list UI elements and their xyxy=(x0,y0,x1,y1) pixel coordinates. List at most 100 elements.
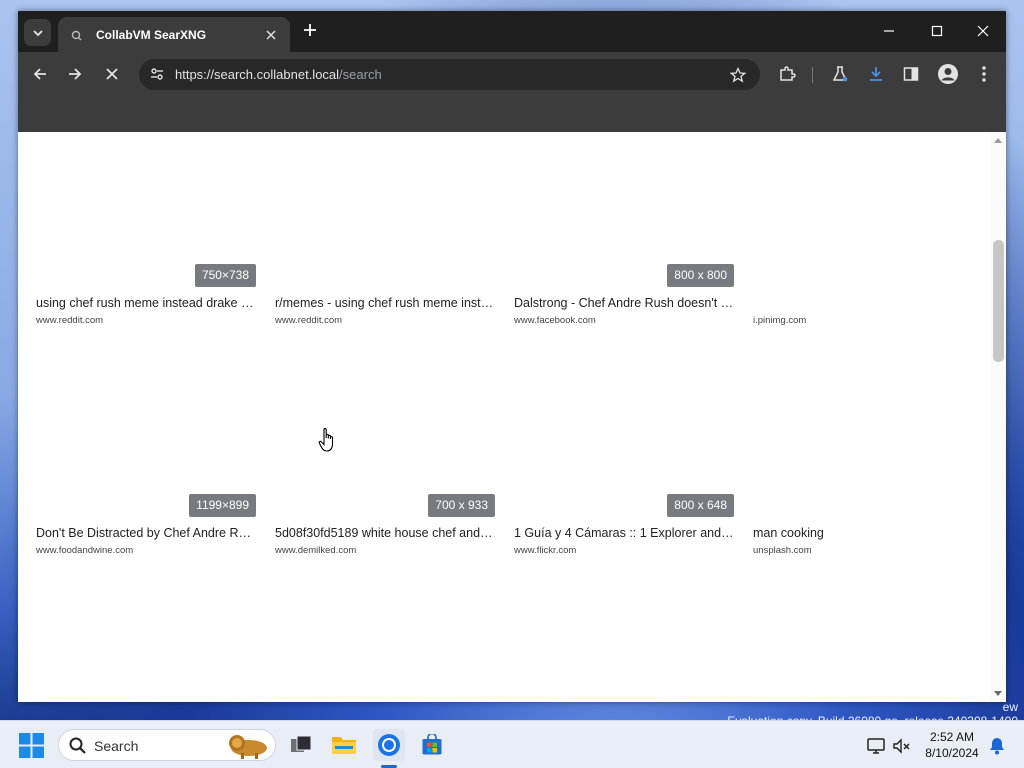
result-title[interactable]: Dalstrong - Chef Andre Rush doesn't need… xyxy=(514,296,734,312)
clock-time: 2:52 AM xyxy=(929,730,975,744)
search-label: Search xyxy=(94,738,139,754)
result-thumbnail[interactable] xyxy=(753,132,973,287)
result-title[interactable]: 1 Guía y 4 Cámaras :: 1 Explorer and 4 C… xyxy=(514,526,734,542)
chevron-down-icon xyxy=(32,29,43,36)
side-panel-button[interactable] xyxy=(899,62,923,86)
image-size-badge: 700 x 933 xyxy=(428,494,495,517)
result-title[interactable]: 5d08f30fd5189 white house chef andre rus… xyxy=(275,526,495,542)
image-result[interactable]: 1199×899 Don't Be Distracted by Chef And… xyxy=(36,337,256,556)
close-window-button[interactable] xyxy=(960,11,1006,51)
task-view-button[interactable] xyxy=(285,729,317,761)
plus-icon xyxy=(304,24,316,36)
browser-toolbar: https://search.collabnet.local/search xyxy=(18,52,1006,132)
task-view-icon xyxy=(291,735,312,752)
tune-icon xyxy=(151,68,163,80)
taskbar-search[interactable]: Search xyxy=(58,729,276,761)
result-domain: www.demilked.com xyxy=(275,545,357,556)
watermark-line-1: ew xyxy=(1002,700,1018,714)
image-result[interactable]: i.pinimg.com xyxy=(753,132,973,326)
tab-search-button[interactable] xyxy=(24,19,51,46)
result-thumbnail[interactable]: 1199×899 xyxy=(36,337,256,517)
image-result[interactable]: 800 x 800 Dalstrong - Chef Andre Rush do… xyxy=(514,132,734,326)
result-thumbnail[interactable]: 800 x 800 xyxy=(514,132,734,287)
browser-window: CollabVM SearXNG https://search.collabne… xyxy=(18,11,1006,702)
result-domain: unsplash.com xyxy=(753,545,812,556)
forward-button[interactable] xyxy=(63,62,87,86)
notification-bell-icon[interactable] xyxy=(987,736,1007,756)
page-scrollbar[interactable] xyxy=(990,132,1006,702)
network-icon[interactable] xyxy=(866,736,886,756)
scroll-thumb[interactable] xyxy=(993,240,1004,362)
minimize-icon xyxy=(884,30,894,32)
tab-favicon xyxy=(68,27,84,43)
toolbar-separator xyxy=(812,67,813,83)
image-size-badge: 1199×899 xyxy=(189,494,256,517)
stop-loading-button[interactable] xyxy=(100,62,124,86)
bookmark-button[interactable] xyxy=(728,65,748,85)
puzzle-icon xyxy=(780,66,796,81)
tab-title: CollabVM SearXNG xyxy=(96,27,207,42)
searxng-favicon-icon xyxy=(71,30,82,40)
result-thumbnail[interactable] xyxy=(753,337,973,517)
volume-muted-icon[interactable] xyxy=(891,736,911,756)
labs-button[interactable] xyxy=(828,62,852,86)
star-icon xyxy=(730,67,746,83)
url-host: https://search.collabnet.local xyxy=(175,67,340,82)
result-domain: i.pinimg.com xyxy=(753,315,807,326)
file-explorer-button[interactable] xyxy=(328,729,360,761)
hand-cursor-icon xyxy=(318,427,334,452)
result-title[interactable]: using chef rush meme instead drake meme xyxy=(36,296,256,312)
image-result[interactable]: 700 x 933 5d08f30fd5189 white house chef… xyxy=(275,337,495,556)
profile-icon xyxy=(938,64,958,84)
kebab-icon xyxy=(982,66,986,82)
result-thumbnail[interactable]: 750×738 xyxy=(36,132,256,287)
result-domain: www.reddit.com xyxy=(36,315,104,326)
downloads-button[interactable] xyxy=(864,62,888,86)
result-title[interactable] xyxy=(753,296,973,312)
microsoft-store-button[interactable] xyxy=(416,729,448,761)
image-result[interactable]: 750×738 using chef rush meme instead dra… xyxy=(36,132,256,326)
result-title[interactable]: man cooking xyxy=(753,526,973,542)
sidepanel-icon xyxy=(903,67,919,81)
address-bar[interactable]: https://search.collabnet.local/search xyxy=(139,59,760,90)
result-title[interactable]: r/memes - using chef rush meme instead d… xyxy=(275,296,495,312)
minimize-button[interactable] xyxy=(866,11,912,51)
image-result[interactable]: 800 x 648 1 Guía y 4 Cámaras :: 1 Explor… xyxy=(514,337,734,556)
new-tab-button[interactable] xyxy=(299,21,321,43)
store-icon xyxy=(422,734,442,755)
tab-strip: CollabVM SearXNG xyxy=(18,11,1006,52)
arrow-right-icon xyxy=(69,68,82,80)
result-thumbnail[interactable]: 700 x 933 xyxy=(275,337,495,517)
back-button[interactable] xyxy=(28,62,52,86)
url-text[interactable]: https://search.collabnet.local/search xyxy=(175,67,382,82)
image-size-badge: 750×738 xyxy=(194,264,256,287)
close-icon xyxy=(266,29,276,40)
extensions-button[interactable] xyxy=(775,62,799,86)
browser-menu-button[interactable] xyxy=(972,62,996,86)
scroll-down-arrow[interactable] xyxy=(994,691,1002,696)
chrome-icon xyxy=(378,734,400,756)
scroll-up-arrow[interactable] xyxy=(994,138,1002,143)
result-thumbnail[interactable]: 800 x 648 xyxy=(514,337,734,517)
image-result[interactable]: r/memes - using chef rush meme instead d… xyxy=(275,132,495,326)
profile-button[interactable] xyxy=(936,62,960,86)
result-domain: www.reddit.com xyxy=(275,315,343,326)
result-domain: www.foodandwine.com xyxy=(36,545,134,556)
tab-close-button[interactable] xyxy=(262,27,280,43)
maximize-button[interactable] xyxy=(914,11,960,51)
site-info-button[interactable] xyxy=(147,64,167,84)
image-size-badge: 800 x 800 xyxy=(667,264,734,287)
search-highlight-icon xyxy=(229,735,267,759)
result-domain: www.flickr.com xyxy=(514,545,577,556)
chrome-taskbar-button[interactable] xyxy=(373,729,405,761)
url-path: /search xyxy=(339,67,382,82)
result-title[interactable]: Don't Be Distracted by Chef Andre Rush's… xyxy=(36,526,256,542)
image-result[interactable]: man cooking unsplash.com xyxy=(753,337,973,556)
flask-icon xyxy=(832,66,848,82)
maximize-icon xyxy=(931,25,943,37)
result-thumbnail[interactable] xyxy=(275,132,495,287)
windows-start-icon[interactable] xyxy=(19,733,44,758)
tab-collabvm-searxng[interactable]: CollabVM SearXNG xyxy=(58,17,290,52)
system-clock[interactable]: 2:52 AM 8/10/2024 xyxy=(916,729,988,761)
search-results-page: 750×738 using chef rush meme instead dra… xyxy=(18,132,1006,702)
